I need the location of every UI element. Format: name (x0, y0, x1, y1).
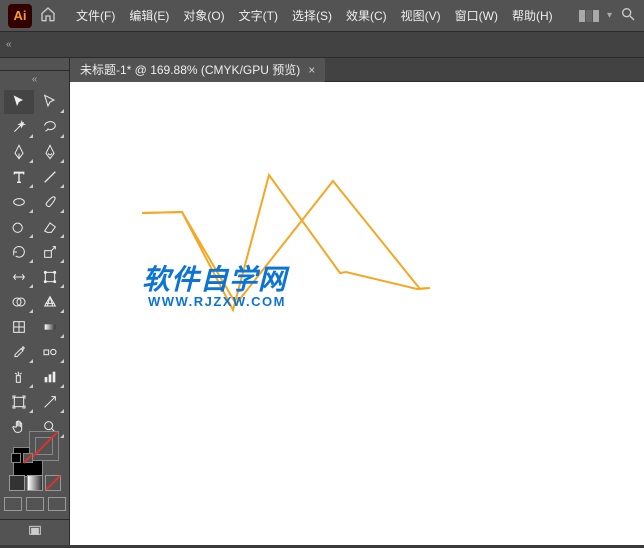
menu-effect[interactable]: 效果(C) (340, 3, 393, 28)
color-mode-solid[interactable] (9, 475, 25, 491)
draw-inside-icon[interactable] (48, 497, 66, 511)
menu-right: ▾ (579, 6, 636, 25)
artboard-tool[interactable] (4, 390, 34, 414)
screen-mode-row (4, 497, 66, 511)
tool-panel: « (0, 58, 70, 545)
menu-window[interactable]: 窗口(W) (449, 3, 504, 28)
tab-bar: 未标题-1* @ 169.88% (CMYK/GPU 预览) × (70, 58, 644, 82)
shaper-tool[interactable] (4, 215, 34, 239)
menu-bar: Ai 文件(F) 编辑(E) 对象(O) 文字(T) 选择(S) 效果(C) 视… (0, 0, 644, 32)
search-icon[interactable] (620, 6, 636, 25)
watermark-url: WWW.RJZXW.COM (148, 294, 286, 309)
ellipse-tool[interactable] (4, 190, 34, 214)
app-logo: Ai (8, 4, 32, 28)
menu-help[interactable]: 帮助(H) (506, 3, 559, 28)
direct-selection-tool[interactable] (35, 90, 65, 114)
menu-text[interactable]: 文字(T) (233, 3, 284, 28)
perspective-grid-tool[interactable] (35, 290, 65, 314)
screen-mode-button[interactable] (0, 519, 69, 545)
selection-tool[interactable] (4, 90, 34, 114)
column-graph-tool[interactable] (35, 365, 65, 389)
color-mode-row (9, 475, 61, 491)
menu-select[interactable]: 选择(S) (286, 3, 338, 28)
rotate-tool[interactable] (4, 240, 34, 264)
eraser-tool[interactable] (35, 215, 65, 239)
pen-tool[interactable] (4, 140, 34, 164)
chevron-control-icon[interactable]: « (6, 39, 12, 50)
blend-tool[interactable] (35, 340, 65, 364)
control-bar: « (0, 32, 644, 58)
paintbrush-tool[interactable] (35, 190, 65, 214)
artwork-svg (70, 82, 644, 545)
panel-collapse-icon[interactable]: « (0, 70, 69, 88)
document-area: 未标题-1* @ 169.88% (CMYK/GPU 预览) × 软件自学网 W… (70, 58, 644, 545)
default-swap-swatch[interactable] (11, 453, 33, 463)
line-segment-tool[interactable] (35, 165, 65, 189)
draw-normal-icon[interactable] (4, 497, 22, 511)
lasso-tool[interactable] (35, 115, 65, 139)
canvas[interactable]: 软件自学网 WWW.RJZXW.COM (70, 82, 644, 545)
menu-view[interactable]: 视图(V) (395, 3, 447, 28)
color-mode-gradient[interactable] (27, 475, 43, 491)
shape-builder-tool[interactable] (4, 290, 34, 314)
curvature-tool[interactable] (35, 140, 65, 164)
menu-edit[interactable]: 编辑(E) (123, 3, 175, 28)
menu-items: 文件(F) 编辑(E) 对象(O) 文字(T) 选择(S) 效果(C) 视图(V… (70, 3, 559, 28)
tab-title: 未标题-1* @ 169.88% (CMYK/GPU 预览) (80, 61, 300, 78)
watermark-text: 软件自学网 (142, 258, 287, 298)
color-picker[interactable] (11, 445, 59, 461)
workspace-layout-icon[interactable] (579, 10, 599, 22)
mesh-tool[interactable] (4, 315, 34, 339)
width-tool[interactable] (4, 265, 34, 289)
gradient-tool[interactable] (35, 315, 65, 339)
scale-tool[interactable] (35, 240, 65, 264)
slice-tool[interactable] (35, 390, 65, 414)
workspace: « (0, 58, 644, 545)
symbol-sprayer-tool[interactable] (4, 365, 34, 389)
document-tab[interactable]: 未标题-1* @ 169.88% (CMYK/GPU 预览) × (70, 58, 325, 82)
draw-behind-icon[interactable] (26, 497, 44, 511)
close-icon[interactable]: × (308, 63, 315, 77)
home-icon[interactable] (40, 6, 56, 25)
tool-grid (2, 88, 67, 441)
magic-wand-tool[interactable] (4, 115, 34, 139)
stroke-swatch[interactable] (29, 431, 59, 461)
type-tool[interactable] (4, 165, 34, 189)
color-mode-none[interactable] (45, 475, 61, 491)
menu-object[interactable]: 对象(O) (177, 3, 230, 28)
menu-file[interactable]: 文件(F) (70, 3, 121, 28)
eyedropper-tool[interactable] (4, 340, 34, 364)
free-transform-tool[interactable] (35, 265, 65, 289)
chevron-down-icon[interactable]: ▾ (607, 10, 612, 21)
